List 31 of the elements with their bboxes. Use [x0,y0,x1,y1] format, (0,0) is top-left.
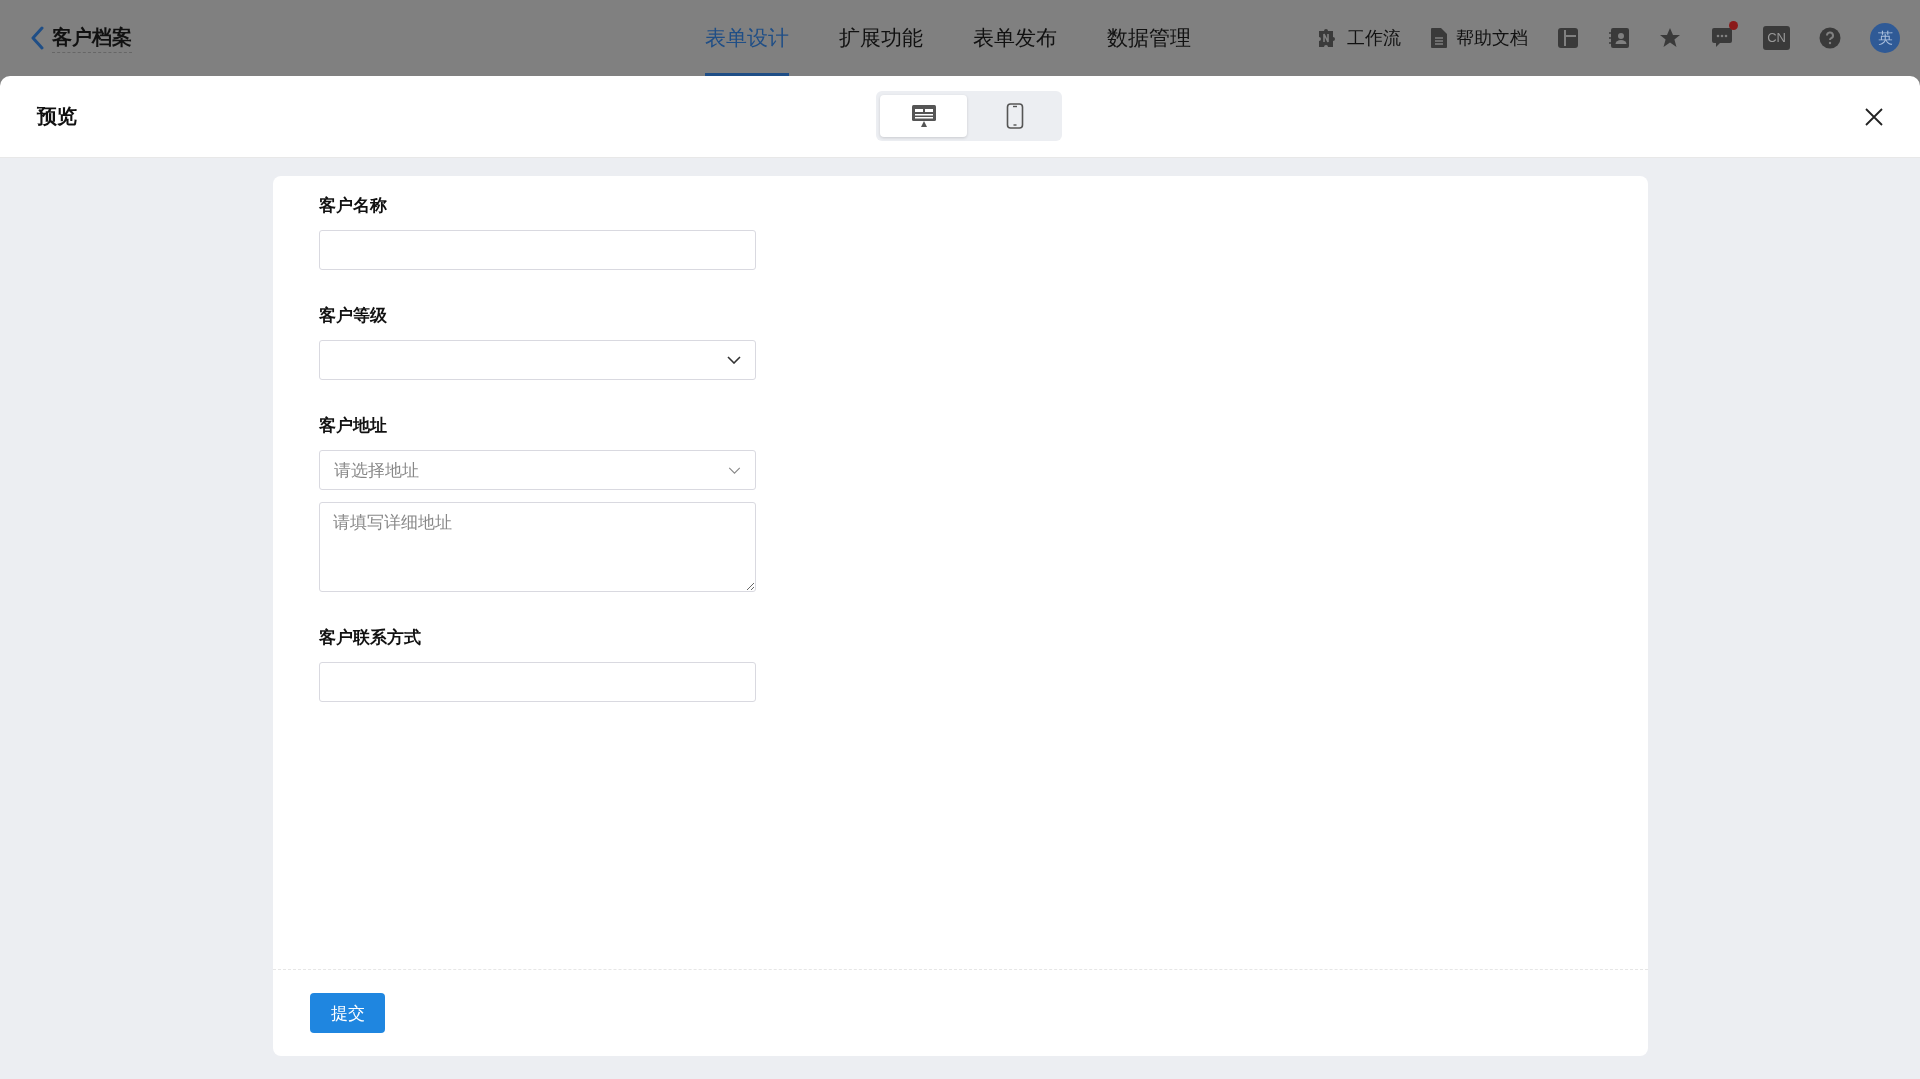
layout-icon[interactable] [1557,27,1580,49]
document-icon [1430,27,1449,49]
chevron-down-icon [727,356,741,364]
workflow-button[interactable]: 工作流 [1317,26,1402,50]
nav-tab[interactable]: 数据管理 [1082,0,1216,76]
field-label: 客户等级 [319,305,388,327]
phone-icon [1005,103,1024,129]
contacts-icon[interactable] [1608,27,1631,49]
messages-icon[interactable] [1710,27,1735,49]
dropdown-field[interactable] [319,340,756,380]
address-detail-field[interactable]: 请填写详细地址 [319,502,756,592]
submit-button[interactable]: 提交 [310,993,385,1033]
dialog-title: 预览 [37,104,77,129]
help-docs-button[interactable]: 帮助文档 [1430,26,1529,50]
language-button[interactable]: CN [1763,26,1790,50]
address-dropdown[interactable]: 请选择地址 [319,450,756,490]
user-avatar[interactable]: 英 [1870,23,1900,53]
nav-tab[interactable]: 表单发布 [948,0,1082,76]
close-icon[interactable] [1865,107,1883,126]
help-icon[interactable] [1819,27,1841,49]
field-label: 客户地址 [319,415,388,437]
star-icon[interactable] [1659,27,1682,49]
input-field[interactable] [319,662,756,702]
field-label: 客户名称 [319,195,388,217]
app-title: 客户档案 [52,23,132,53]
chevron-down-icon [728,466,741,474]
field-label: 客户联系方式 [319,627,422,649]
monitor-icon [910,104,937,128]
desktop-view-button[interactable] [880,95,967,137]
nav-tab[interactable]: 扩展功能 [814,0,948,76]
input-field[interactable] [319,230,756,270]
